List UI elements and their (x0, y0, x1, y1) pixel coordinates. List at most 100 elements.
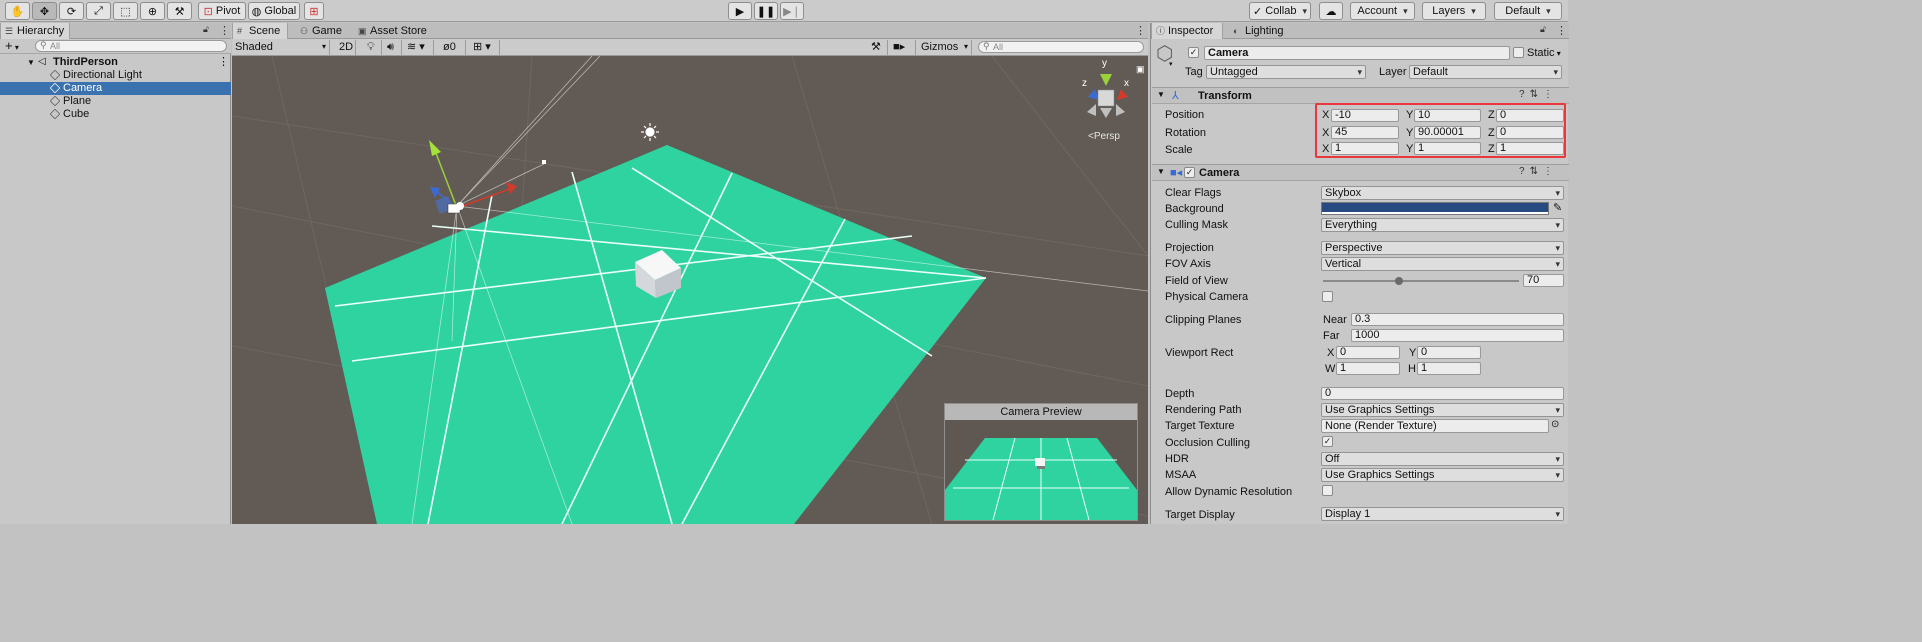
component-icons[interactable]: ?⇅⋮ (1519, 166, 1558, 177)
lock-icon[interactable]: 🔓︎ (1540, 24, 1546, 35)
hidden-objects-toggle[interactable]: ø0 (440, 40, 466, 55)
persp-label[interactable]: <Persp (1088, 131, 1120, 142)
collapse-arrow-icon[interactable]: ▼ (1157, 90, 1165, 99)
camera-settings-icon[interactable]: ■▸ (890, 40, 916, 55)
hand-tool-icon[interactable]: ✋ (5, 2, 30, 20)
icon-dropdown-arrow-icon[interactable]: ▾ (1169, 60, 1173, 68)
transform-header[interactable]: ▼ ⅄ Transform ?⇅⋮ (1152, 87, 1569, 104)
camera-enabled-checkbox[interactable]: ✓ (1184, 167, 1195, 178)
help-icon[interactable]: ? (1519, 89, 1530, 100)
shading-dropdown[interactable]: Shaded ▾ (232, 40, 330, 55)
presets-icon[interactable]: ⇅ (1530, 166, 1543, 177)
scale-tool-icon[interactable]: ⤢ (86, 2, 111, 20)
fov-slider-thumb[interactable] (1395, 277, 1404, 285)
object-picker-icon[interactable]: ⊙ (1551, 419, 1559, 430)
static-checkbox[interactable] (1513, 47, 1524, 58)
create-button[interactable]: + ▾ (5, 39, 19, 55)
directional-light-icon[interactable] (641, 123, 659, 141)
viewport-y-field[interactable]: 0 (1417, 346, 1481, 359)
tab-hierarchy[interactable]: ☰ Hierarchy (0, 23, 70, 39)
layout-dropdown[interactable]: Default (1494, 2, 1562, 20)
viewport-x-field[interactable]: 0 (1336, 346, 1400, 359)
audio-toggle-icon[interactable]: 🔊︎ (384, 40, 402, 55)
target-texture-field[interactable]: None (Render Texture) (1321, 419, 1549, 433)
list-item-plane[interactable]: Plane (0, 95, 231, 108)
mode-2d-toggle[interactable]: 2D (336, 40, 356, 55)
hdr-dropdown[interactable]: Off (1321, 452, 1564, 466)
viewport-h-field[interactable]: 1 (1417, 362, 1481, 375)
tools-icon[interactable]: ⚒ (868, 40, 888, 55)
projection-dropdown[interactable]: Perspective (1321, 241, 1564, 255)
component-menu-icon[interactable]: ⋮ (1543, 89, 1558, 100)
object-name-field[interactable]: Camera (1204, 46, 1510, 60)
viewport-w-field[interactable]: 1 (1336, 362, 1400, 375)
lock-icon[interactable]: 🔓︎ (203, 24, 209, 35)
account-dropdown[interactable]: Account (1350, 2, 1415, 20)
pause-button[interactable]: ❚❚ (754, 2, 778, 20)
effects-dropdown-icon[interactable]: ≋ ▾ (404, 40, 434, 55)
scene-menu-icon[interactable]: ⋮ (218, 56, 229, 69)
custom-tool-icon[interactable]: ⚒ (167, 2, 192, 20)
background-color-swatch[interactable] (1321, 202, 1549, 215)
rect-tool-icon[interactable]: ⬚ (113, 2, 138, 20)
presets-icon[interactable]: ⇅ (1530, 89, 1543, 100)
grid-toggle-icon[interactable]: ⊞ ▾ (470, 40, 500, 55)
camera-component-header[interactable]: ▼ ■◂ ✓ Camera ?⇅⋮ (1152, 164, 1569, 181)
collab-dropdown[interactable]: ✓ Collab (1249, 2, 1311, 20)
fov-axis-dropdown[interactable]: Vertical (1321, 257, 1564, 271)
component-icons[interactable]: ?⇅⋮ (1519, 89, 1558, 100)
scale-z-field[interactable]: 1 (1496, 142, 1564, 155)
tab-lighting[interactable]: ◐ Lighting (1229, 23, 1299, 39)
component-menu-icon[interactable]: ⋮ (1543, 166, 1558, 177)
orientation-gizmo[interactable]: ▣ (1087, 64, 1145, 118)
scene-search-input[interactable]: All (978, 41, 1144, 53)
move-gizmo[interactable] (429, 140, 546, 214)
layer-dropdown[interactable]: Default (1409, 65, 1562, 79)
eyedropper-icon[interactable]: ✎ (1553, 201, 1562, 214)
help-icon[interactable]: ? (1519, 166, 1530, 177)
rendering-path-dropdown[interactable]: Use Graphics Settings (1321, 403, 1564, 417)
occlusion-culling-checkbox[interactable]: ✓ (1322, 436, 1333, 447)
position-x-field[interactable]: -10 (1331, 109, 1399, 122)
pivot-toggle[interactable]: ⊡ Pivot (198, 2, 246, 20)
scene-menu-icon[interactable]: ⋮ (1135, 24, 1146, 37)
panel-menu-icon[interactable]: ⋮ (219, 24, 230, 37)
physical-camera-checkbox[interactable] (1322, 291, 1333, 302)
list-item-camera[interactable]: Camera (0, 82, 231, 95)
step-button[interactable]: ▶❘ (780, 2, 804, 20)
layers-dropdown[interactable]: Layers (1422, 2, 1486, 20)
cloud-icon[interactable]: ☁ (1319, 2, 1343, 20)
scale-x-field[interactable]: 1 (1331, 142, 1399, 155)
tab-inspector[interactable]: ⓘ Inspector (1151, 23, 1223, 39)
lighting-toggle-icon[interactable]: 💡︎ (364, 40, 382, 55)
active-checkbox[interactable]: ✓ (1188, 47, 1199, 58)
depth-field[interactable]: 0 (1321, 387, 1564, 400)
near-field[interactable]: 0.3 (1351, 313, 1564, 326)
hierarchy-search-input[interactable]: All (35, 40, 227, 52)
rotate-tool-icon[interactable]: ⟳ (59, 2, 84, 20)
collapse-arrow-icon[interactable]: ▼ (1157, 167, 1165, 176)
move-tool-icon[interactable]: ✥ (32, 2, 57, 20)
far-field[interactable]: 1000 (1351, 329, 1564, 342)
expand-arrow-icon[interactable]: ▼ (27, 56, 35, 69)
rotation-x-field[interactable]: 45 (1331, 126, 1399, 139)
scene-root-row[interactable]: ▼ ◁ ThirdPerson ⋮ (0, 56, 231, 69)
fov-slider-track[interactable] (1323, 277, 1519, 285)
snap-icon[interactable]: ⊞ (304, 2, 324, 20)
list-item-cube[interactable]: Cube (0, 108, 231, 121)
panel-menu-icon[interactable]: ⋮ (1556, 24, 1567, 37)
static-label[interactable]: Static ▾ (1527, 47, 1561, 59)
tab-game[interactable]: ⚇ Game (296, 23, 346, 39)
list-item-directional-light[interactable]: Directional Light (0, 69, 231, 82)
dynamic-resolution-checkbox[interactable] (1322, 485, 1333, 496)
gizmos-dropdown[interactable]: Gizmos ▾ (918, 40, 972, 55)
tab-asset-store[interactable]: ▣ Asset Store (354, 23, 434, 39)
target-display-dropdown[interactable]: Display 1 (1321, 507, 1564, 521)
position-z-field[interactable]: 0 (1496, 109, 1564, 122)
rotation-y-field[interactable]: 90.00001 (1414, 126, 1481, 139)
tab-scene[interactable]: # Scene (232, 23, 288, 39)
rotation-z-field[interactable]: 0 (1496, 126, 1564, 139)
transform-tool-icon[interactable]: ⊕ (140, 2, 165, 20)
scale-y-field[interactable]: 1 (1414, 142, 1481, 155)
fov-value-field[interactable]: 70 (1523, 274, 1564, 287)
